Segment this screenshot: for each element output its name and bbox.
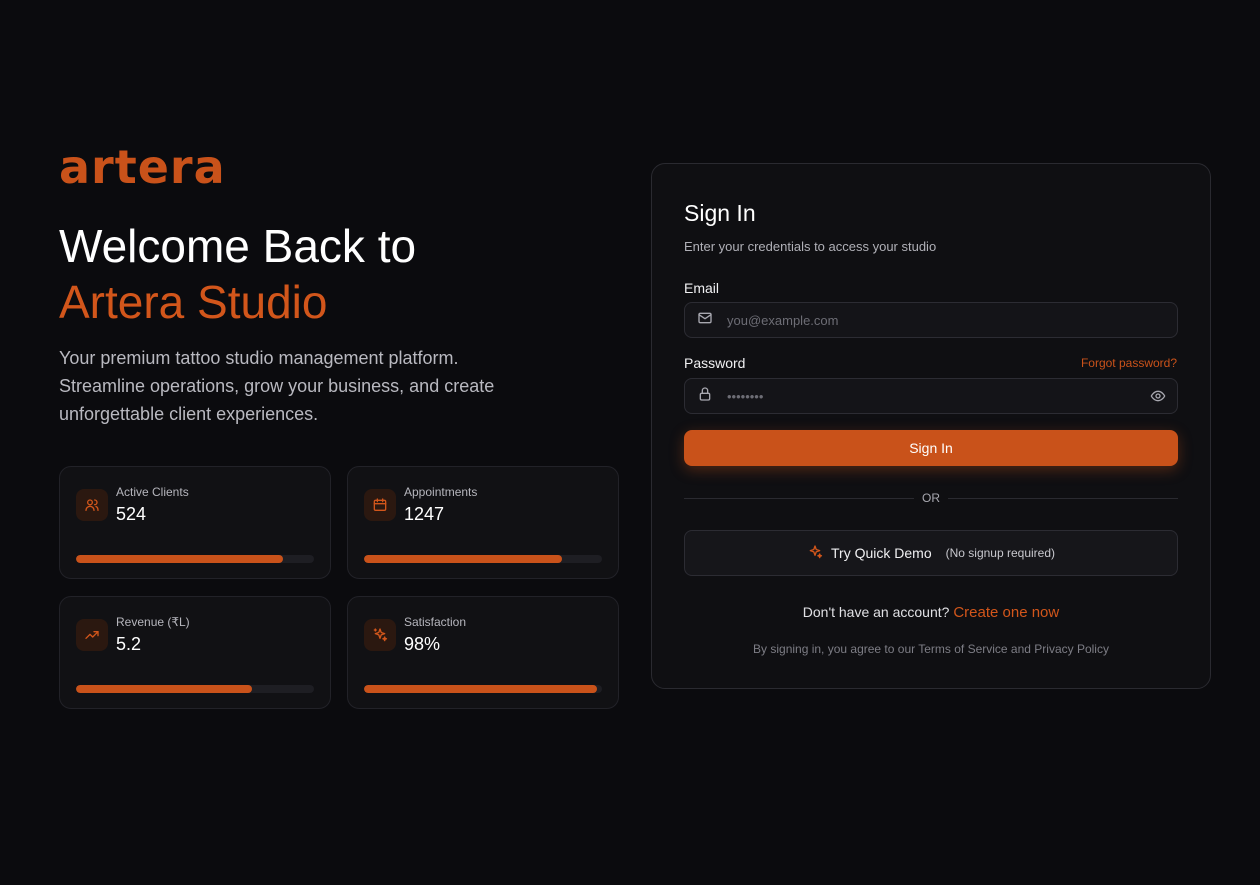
terms-notice: By signing in, you agree to our Terms of… <box>753 642 1109 656</box>
hero-tagline: Your premium tattoo studio management pl… <box>59 348 495 424</box>
stat-card-revenue: Revenue (₹L) 5.2 <box>59 596 331 709</box>
hero-section: artera Welcome Back to Artera Studio You… <box>59 140 619 428</box>
or-divider: OR <box>684 490 1178 506</box>
forgot-password-link[interactable]: Forgot password? <box>1081 356 1177 370</box>
stat-card-satisfaction: Satisfaction 98% <box>347 596 619 709</box>
stat-progress-fill <box>364 555 562 563</box>
stat-label: Active Clients <box>116 485 189 499</box>
mail-icon <box>697 310 713 331</box>
email-field[interactable] <box>725 311 1125 329</box>
stat-label: Appointments <box>404 485 478 499</box>
calendar-icon <box>364 489 396 521</box>
show-password-icon[interactable] <box>1150 388 1166 409</box>
quick-demo-label: Try Quick Demo <box>831 545 932 561</box>
email-field-wrapper[interactable] <box>684 302 1178 338</box>
email-label: Email <box>684 280 720 296</box>
sparkles-icon <box>364 619 396 651</box>
signin-title: Sign In <box>684 200 756 226</box>
brand-logo: artera <box>59 140 226 194</box>
signin-subtitle: Enter your credentials to access your st… <box>684 239 937 254</box>
sparkles-icon <box>807 544 823 563</box>
signin-card: Sign In Enter your credentials to access… <box>651 163 1211 689</box>
trending-up-icon <box>76 619 108 651</box>
stat-progress-fill <box>76 685 253 693</box>
account-prompt: Don't have an account? <box>802 604 950 620</box>
stat-progress-fill <box>76 555 284 563</box>
stat-card-appointments: Appointments 1247 <box>347 466 619 579</box>
stats-grid: Active Clients 524 Appointments 1247 Rev… <box>59 466 619 709</box>
stat-progress-bar <box>76 555 314 563</box>
password-label: Password <box>684 355 746 371</box>
stat-progress-bar <box>364 685 602 693</box>
hero-title-line1: Welcome Back to <box>59 220 417 272</box>
password-field[interactable] <box>725 387 1125 405</box>
stat-card-active-clients: Active Clients 524 <box>59 466 331 579</box>
stat-value: 98% <box>404 634 441 654</box>
lock-icon <box>697 386 713 407</box>
sign-in-button[interactable]: Sign In <box>684 430 1178 466</box>
login-page: artera Welcome Back to Artera Studio You… <box>0 0 1260 885</box>
stat-value: 1247 <box>404 504 445 524</box>
password-field-wrapper[interactable] <box>684 378 1178 414</box>
stat-progress-bar <box>76 685 314 693</box>
quick-demo-button[interactable]: Try Quick Demo (No signup required) <box>684 530 1178 576</box>
divider-line-right <box>948 498 1178 499</box>
quick-demo-note: (No signup required) <box>945 546 1055 560</box>
create-account-row: Don't have an account? Create one now <box>652 604 1210 621</box>
hero-title: Welcome Back to Artera Studio <box>59 218 619 330</box>
hero-title-line2: Artera Studio <box>59 276 328 328</box>
stat-progress-bar <box>364 555 602 563</box>
create-account-link[interactable]: Create one now <box>953 604 1059 621</box>
stat-label: Satisfaction <box>404 615 467 629</box>
stat-label: Revenue (₹L) <box>116 615 190 629</box>
users-icon <box>76 489 108 521</box>
stat-progress-fill <box>364 685 598 693</box>
stat-value: 5.2 <box>116 634 142 654</box>
stat-value: 524 <box>116 504 147 524</box>
